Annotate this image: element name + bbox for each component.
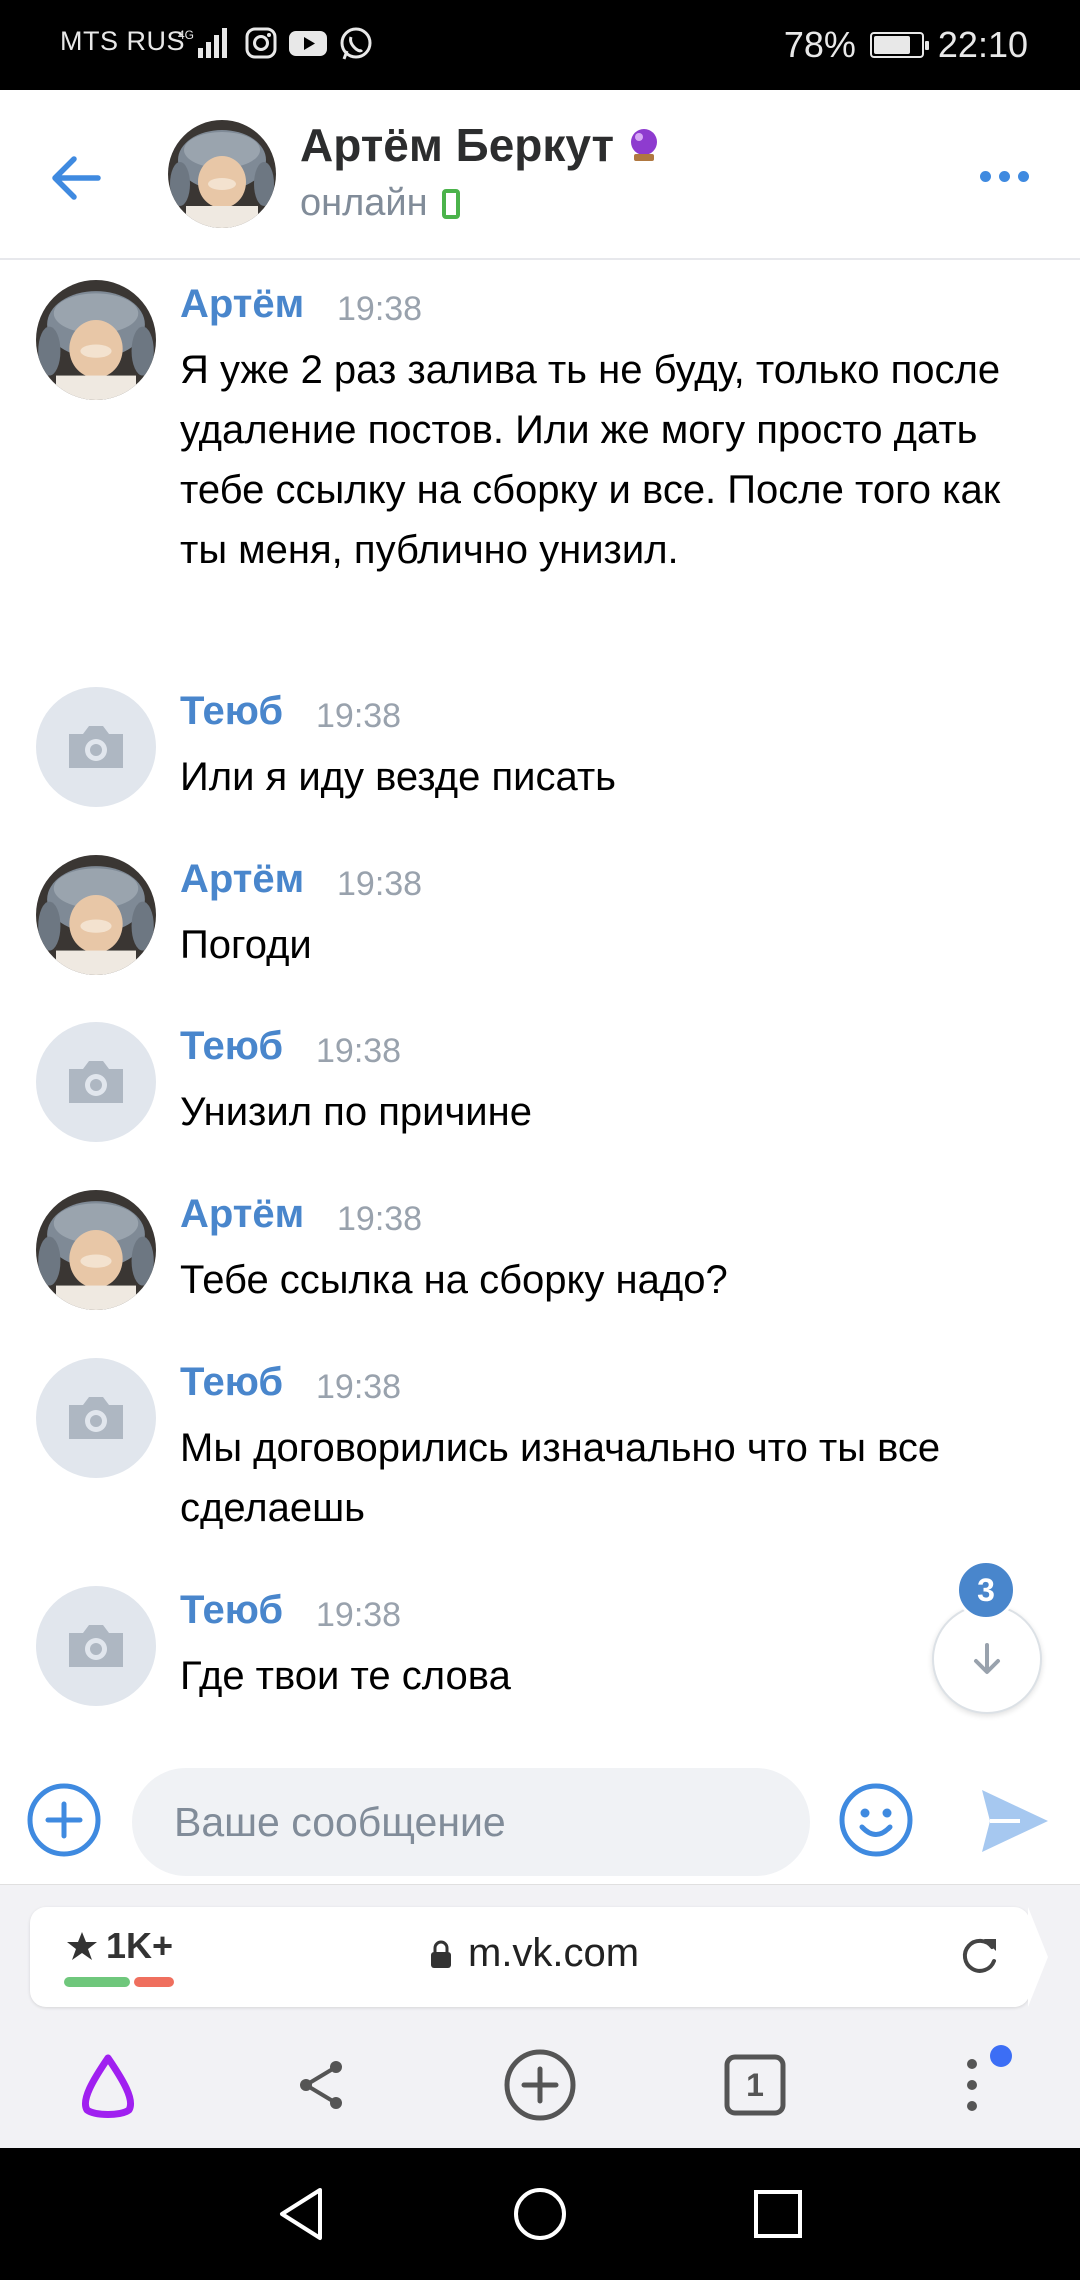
camera-icon — [69, 1061, 123, 1103]
tabs-count: 1 — [746, 2066, 764, 2103]
message-text: Унизил по причине — [180, 1090, 532, 1134]
scroll-to-bottom-button[interactable] — [932, 1604, 1042, 1714]
camera-icon — [69, 1625, 123, 1667]
system-home-icon[interactable] — [508, 2182, 572, 2246]
chat-header: Артём Беркут онлайн — [0, 90, 1080, 260]
message-input-container — [132, 1768, 810, 1876]
signal-icon: 4G — [178, 28, 227, 58]
camera-icon — [69, 1397, 123, 1439]
crystal-ball-icon — [631, 129, 658, 161]
message-composer — [0, 1752, 1080, 1884]
system-navigation-bar — [0, 2148, 1080, 2280]
attach-plus-icon[interactable] — [24, 1780, 104, 1860]
address-bar[interactable]: 1K+ m.vk.com — [30, 1907, 1048, 2007]
instagram-icon — [245, 27, 277, 59]
star-icon — [67, 1932, 97, 1960]
message-author[interactable]: Артём — [180, 1192, 304, 1237]
message-author[interactable]: Артём — [180, 857, 304, 902]
camera-icon — [69, 726, 123, 768]
system-recents-icon[interactable] — [746, 2182, 810, 2246]
notification-dot — [990, 2045, 1012, 2067]
carrier-name: MTS RUS — [60, 26, 185, 56]
message-text: Мы договорились изначально что ты все сд… — [180, 1426, 941, 1530]
message-time: 19:38 — [316, 1596, 402, 1634]
lock-icon — [431, 1940, 451, 1968]
mobile-phone-icon — [441, 188, 460, 219]
sender-avatar[interactable] — [36, 1358, 156, 1478]
refresh-icon[interactable] — [954, 1931, 1004, 1981]
unread-count-badge: 3 — [956, 1560, 1016, 1620]
message-author[interactable]: Теюб — [180, 1024, 283, 1069]
sender-avatar[interactable] — [36, 1190, 156, 1310]
message-input[interactable] — [174, 1768, 774, 1876]
alice-assistant-icon[interactable] — [68, 2045, 148, 2125]
status-bar: MTS RUS 4G 78% 22:10 — [0, 0, 1080, 90]
message-time: 19:38 — [337, 865, 423, 903]
message-time: 19:38 — [316, 1032, 402, 1070]
sender-avatar[interactable] — [36, 687, 156, 807]
contact-status: онлайн — [300, 182, 460, 225]
message-time: 19:38 — [337, 1200, 423, 1238]
browser-nav-row: 1 — [0, 2035, 1080, 2135]
browser-menu-icon[interactable] — [932, 2045, 1012, 2125]
message-text: Погоди — [180, 923, 312, 967]
message-author[interactable]: Теюб — [180, 1360, 283, 1405]
sender-avatar[interactable] — [36, 1022, 156, 1142]
svg-text:4G: 4G — [178, 28, 194, 42]
message-time: 19:38 — [316, 697, 402, 735]
browser-bottom-bar: 1K+ m.vk.com 1 — [0, 1884, 1080, 2148]
clock: 22:10 — [937, 24, 1028, 65]
url-text[interactable]: m.vk.com — [430, 1931, 639, 1976]
message-list[interactable]: Артём 19:38 Я уже 2 раз залива ть не буд… — [0, 262, 1080, 1752]
message-text: Я уже 2 раз залива ть не буду, только по… — [180, 348, 1001, 572]
site-rating[interactable]: 1K+ — [66, 1925, 173, 1967]
message-author[interactable]: Теюб — [180, 1588, 283, 1633]
message-author[interactable]: Теюб — [180, 689, 283, 734]
message-author[interactable]: Артём — [180, 282, 304, 327]
message-time: 19:38 — [337, 290, 423, 328]
battery-icon — [869, 32, 929, 58]
contact-name[interactable]: Артём Беркут — [300, 118, 660, 172]
more-options-icon[interactable] — [968, 150, 1040, 202]
new-tab-plus-icon[interactable] — [500, 2045, 580, 2125]
arrow-down-icon — [974, 1643, 1000, 1674]
rating-bar — [64, 1977, 176, 1987]
system-back-icon[interactable] — [270, 2182, 334, 2246]
back-arrow-icon[interactable] — [40, 142, 112, 214]
contact-avatar[interactable] — [168, 120, 276, 228]
tabs-counter-icon[interactable]: 1 — [715, 2045, 795, 2125]
share-icon[interactable] — [282, 2045, 362, 2125]
sender-avatar[interactable] — [36, 280, 156, 400]
send-icon[interactable] — [976, 1782, 1054, 1860]
message-time: 19:38 — [316, 1368, 402, 1406]
emoji-smile-icon[interactable] — [836, 1780, 916, 1860]
battery-percent: 78% — [783, 24, 856, 65]
whatsapp-icon — [340, 27, 372, 60]
message-text: Где твои те слова — [180, 1654, 511, 1698]
message-text: Тебе ссылка на сборку надо? — [180, 1258, 728, 1302]
youtube-icon — [289, 31, 327, 56]
message-text: Или я иду везде писать — [180, 755, 616, 799]
sender-avatar[interactable] — [36, 1586, 156, 1706]
sender-avatar[interactable] — [36, 855, 156, 975]
